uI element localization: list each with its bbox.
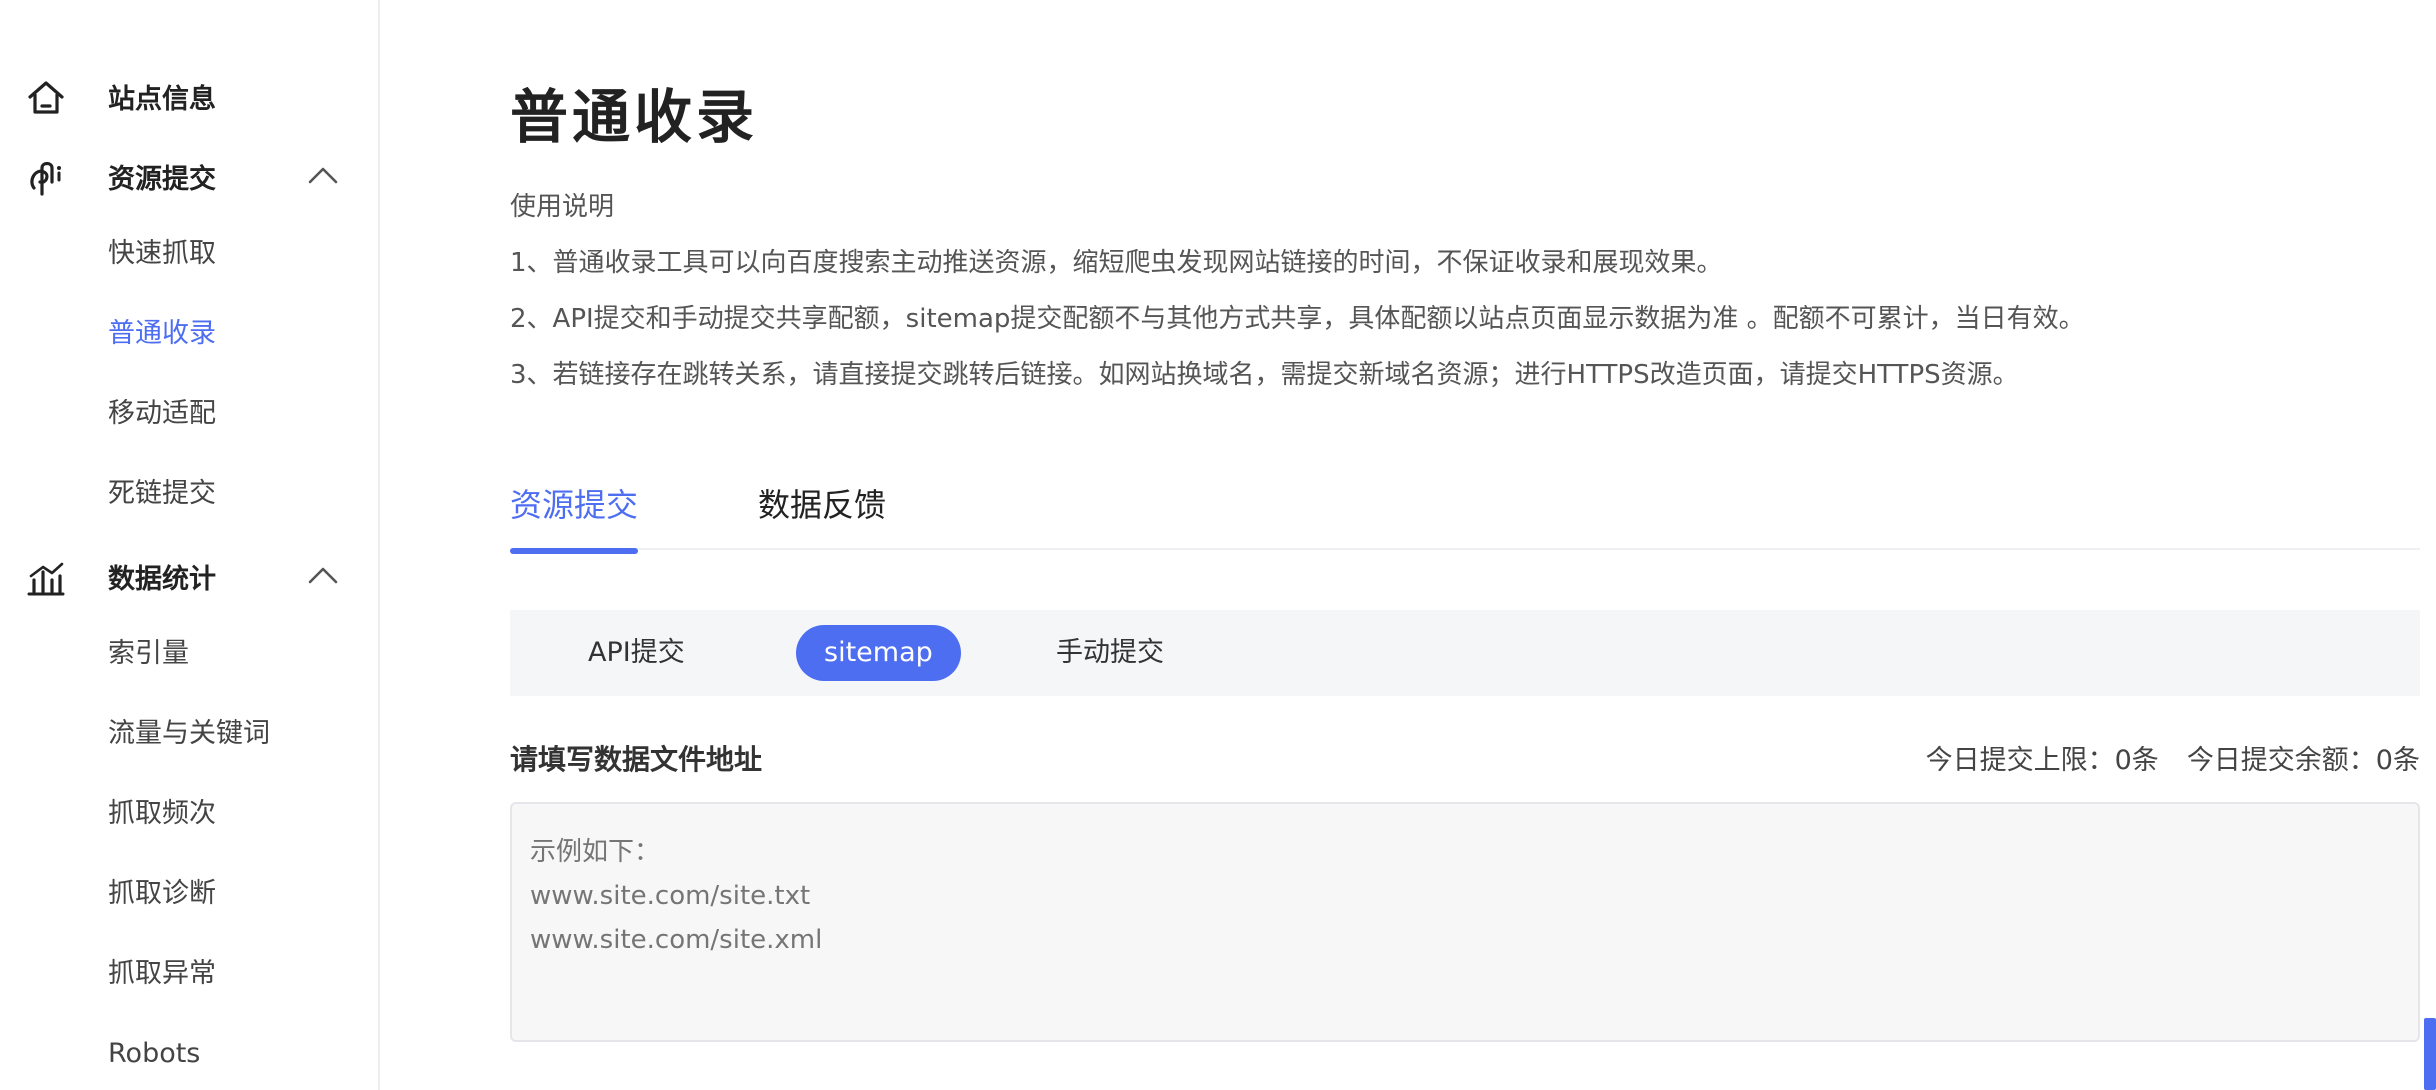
sidebar-group-resource-submit[interactable]: 资源提交 xyxy=(0,146,380,206)
tab-label: 数据反馈 xyxy=(758,486,887,524)
subtab-sitemap[interactable]: sitemap xyxy=(796,625,961,681)
tab-bar: 资源提交 数据反馈 xyxy=(510,474,2420,554)
subtab-api[interactable]: API提交 xyxy=(560,625,713,681)
quota-info: 今日提交上限：0条 今日提交余额：0条 xyxy=(1898,738,2420,777)
tab-active-indicator xyxy=(510,548,638,554)
home-icon xyxy=(28,81,64,114)
sidebar-group-label: 资源提交 xyxy=(108,163,216,195)
sidebar-item-traffic-keywords[interactable]: 流量与关键词 xyxy=(108,714,270,754)
sidebar-item-normal-index[interactable]: 普通收录 xyxy=(108,314,216,354)
sidebar: 站点信息 资源提交 快速抓取 普通收录 移动适配 死链提交 数据统计 索引量 流… xyxy=(0,0,380,1090)
sidebar-group-site-info[interactable]: 站点信息 xyxy=(0,66,380,126)
help-line: 1、普通收录工具可以向百度搜索主动推送资源，缩短爬虫发现网站链接的时间，不保证收… xyxy=(510,248,1723,278)
help-line: 3、若链接存在跳转关系，请直接提交跳转后链接。如网站换域名，需提交新域名资源；进… xyxy=(510,360,2019,390)
sidebar-item-mobile-adapt[interactable]: 移动适配 xyxy=(108,394,216,434)
quota-remaining: 今日提交余额：0条 xyxy=(2186,745,2420,776)
chart-icon xyxy=(27,562,65,596)
sidebar-item-index-volume[interactable]: 索引量 xyxy=(108,634,189,674)
submit-icon xyxy=(30,161,61,196)
sidebar-group-label: 数据统计 xyxy=(108,563,216,595)
sitemap-url-input[interactable] xyxy=(510,802,2420,1042)
tab-resource-submit[interactable]: 资源提交 xyxy=(510,480,639,554)
scrollbar-thumb[interactable] xyxy=(2424,1018,2436,1090)
tab-data-feedback[interactable]: 数据反馈 xyxy=(758,480,886,550)
sidebar-item-crawl-diagnosis[interactable]: 抓取诊断 xyxy=(108,874,216,914)
page-title: 普通收录 xyxy=(510,83,759,151)
main-content: 普通收录 使用说明 1、普通收录工具可以向百度搜索主动推送资源，缩短爬虫发现网站… xyxy=(510,0,2420,1090)
chevron-up-icon[interactable] xyxy=(306,162,340,188)
tab-label: 资源提交 xyxy=(510,486,639,524)
sidebar-item-fast-crawl[interactable]: 快速抓取 xyxy=(108,234,216,274)
sidebar-item-robots[interactable]: Robots xyxy=(108,1034,200,1074)
field-label: 请填写数据文件地址 xyxy=(510,743,763,776)
help-title: 使用说明 xyxy=(510,192,615,222)
sidebar-group-label: 站点信息 xyxy=(108,83,216,115)
sidebar-item-dead-link[interactable]: 死链提交 xyxy=(108,474,216,514)
quota-limit: 今日提交上限：0条 xyxy=(1925,745,2159,776)
sidebar-item-crawl-errors[interactable]: 抓取异常 xyxy=(108,954,216,994)
subtab-manual[interactable]: 手动提交 xyxy=(1028,625,1192,681)
chevron-up-icon[interactable] xyxy=(306,562,340,588)
submit-method-bar: API提交 sitemap 手动提交 xyxy=(510,610,2420,696)
help-line: 2、API提交和手动提交共享配额，sitemap提交配额不与其他方式共享，具体配… xyxy=(510,304,2085,334)
sidebar-item-crawl-frequency[interactable]: 抓取频次 xyxy=(108,794,216,834)
sidebar-group-data-stats[interactable]: 数据统计 xyxy=(0,546,380,606)
